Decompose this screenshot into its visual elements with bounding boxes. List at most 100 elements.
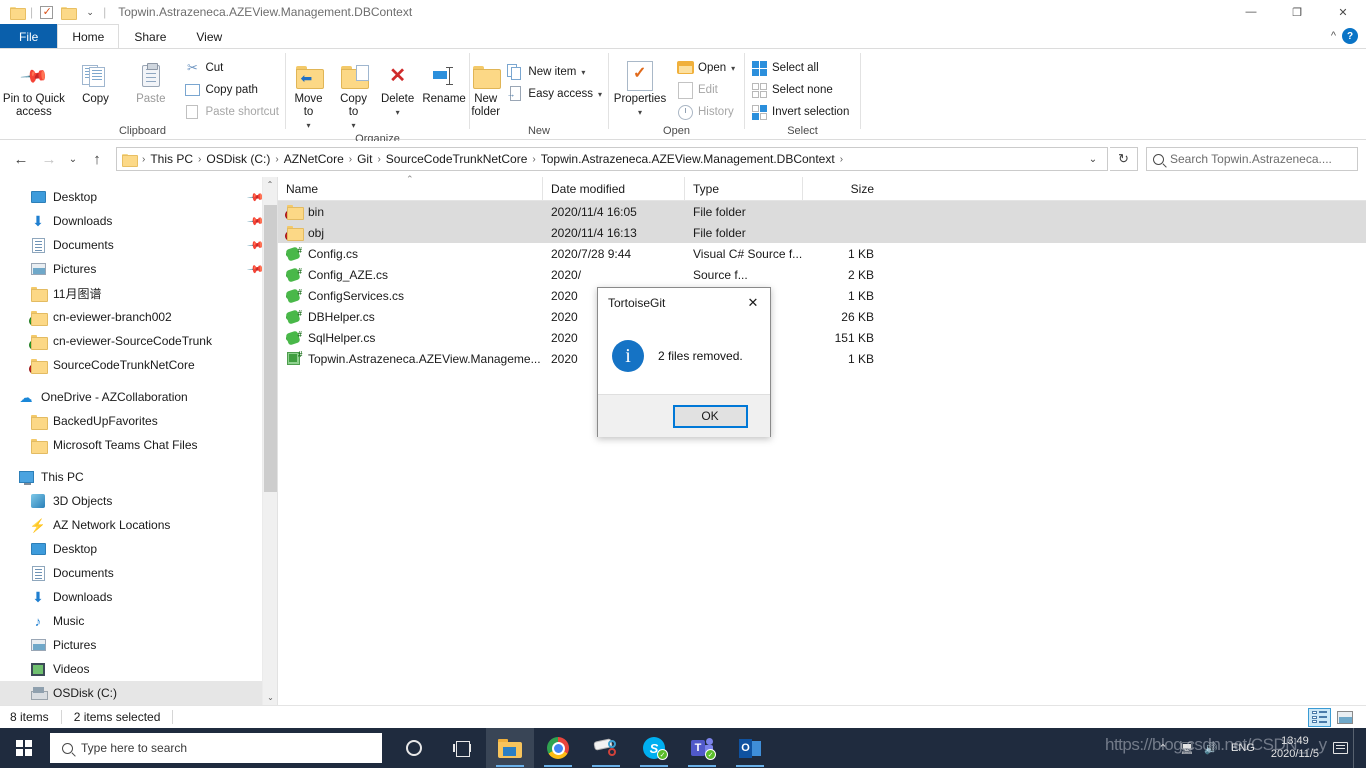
select-none-button[interactable]: Select none (745, 79, 855, 101)
invert-selection-button[interactable]: Invert selection (745, 101, 855, 123)
copy-to-button[interactable]: Copy to ▾ (331, 53, 376, 132)
crumb-dbcontext[interactable]: Topwin.Astrazeneca.AZEView.Management.DB… (537, 152, 839, 166)
crumb-sourcecodetrunknetcore[interactable]: SourceCodeTrunkNetCore (382, 152, 532, 166)
column-header-date-modified[interactable]: Date modified (543, 176, 685, 201)
edit-button[interactable]: Edit (671, 79, 741, 101)
sidebar-scrollbar[interactable]: ⌃ ⌄ (262, 177, 277, 705)
sidebar-item-music[interactable]: ♪ Music (0, 609, 277, 633)
taskbar-teams[interactable]: T ✓ (678, 728, 726, 768)
sidebar-item-downloads-quick[interactable]: ⬇ Downloads 📌 (0, 209, 277, 233)
sidebar-item-teams-chat-files[interactable]: Microsoft Teams Chat Files (0, 433, 277, 457)
scroll-up-icon[interactable]: ⌃ (263, 177, 277, 192)
large-icons-view-button[interactable] (1333, 708, 1356, 727)
sidebar-item-this-pc[interactable]: This PC (0, 465, 277, 489)
move-to-button[interactable]: ⬅ Move to ▾ (286, 53, 331, 132)
select-all-button[interactable]: Select all (745, 57, 855, 79)
table-row[interactable]: ! bin 2020/11/4 16:05 File folder (278, 201, 1366, 222)
paste-button[interactable]: Paste (123, 53, 178, 106)
easy-access-button[interactable]: → Easy access ▾ (501, 83, 608, 105)
easy-access-caret-icon[interactable]: ▾ (598, 90, 602, 99)
taskbar-file-explorer[interactable] (486, 728, 534, 768)
sidebar-item-pictures[interactable]: Pictures (0, 633, 277, 657)
address-dropdown-icon[interactable]: ⌄ (1081, 154, 1105, 165)
cortana-button[interactable] (390, 728, 438, 768)
open-button[interactable]: Open ▾ (671, 57, 741, 79)
move-to-caret-icon[interactable]: ▾ (307, 119, 311, 132)
show-desktop-button[interactable] (1353, 728, 1360, 768)
new-item-button[interactable]: New item ▾ (501, 61, 608, 83)
collapse-ribbon-icon[interactable]: ^ (1331, 30, 1336, 42)
sidebar-item-az-network-locations[interactable]: ⚡ AZ Network Locations (0, 513, 277, 537)
taskbar-search-input[interactable]: Type here to search (81, 741, 187, 755)
file-name-cell[interactable]: # SqlHelper.cs (278, 330, 543, 346)
file-name-cell[interactable]: # Topwin.Astrazeneca.AZEView.Manageme... (278, 351, 543, 367)
taskbar-skype[interactable]: S ✓ (630, 728, 678, 768)
sidebar-item-documents[interactable]: Documents (0, 561, 277, 585)
sidebar-item-desktop[interactable]: Desktop (0, 537, 277, 561)
tab-home[interactable]: Home (57, 24, 120, 48)
dialog-close-button[interactable]: ✕ (736, 288, 770, 318)
delete-caret-icon[interactable]: ▾ (396, 106, 400, 119)
taskbar-chrome[interactable] (534, 728, 582, 768)
file-name-cell[interactable]: ! obj (278, 225, 543, 241)
recent-locations-button[interactable]: ⌄ (64, 146, 82, 172)
table-row[interactable]: # DBHelper.cs 2020 Source f... 26 KB (278, 306, 1366, 327)
qat-customize-icon[interactable]: ⌄ (79, 1, 101, 23)
copy-to-caret-icon[interactable]: ▾ (352, 119, 356, 132)
maximize-button[interactable]: ❐ (1274, 0, 1320, 24)
table-row[interactable]: # Config.cs 2020/7/28 9:44 Visual C# Sou… (278, 243, 1366, 264)
tray-overflow-button[interactable]: ⌃ (1151, 728, 1175, 768)
close-button[interactable]: ✕ (1320, 0, 1366, 24)
taskbar-outlook[interactable]: O (726, 728, 774, 768)
language-indicator[interactable]: ENG (1223, 742, 1263, 754)
tab-share[interactable]: Share (119, 24, 181, 48)
tab-view[interactable]: View (181, 24, 237, 48)
properties-caret-icon[interactable]: ▾ (638, 106, 642, 119)
sidebar-item-onedrive[interactable]: ☁ OneDrive - AZCollaboration (0, 385, 277, 409)
network-tray-icon[interactable]: 🖥 (1175, 728, 1199, 768)
new-folder-qat-icon[interactable] (57, 1, 79, 23)
sidebar-item-desktop-quick[interactable]: Desktop 📌 (0, 185, 277, 209)
delete-button[interactable]: ✕ Delete ▾ (376, 53, 419, 119)
open-caret-icon[interactable]: ▾ (731, 64, 735, 73)
up-button[interactable]: ↑ (84, 146, 110, 172)
sidebar-item-downloads[interactable]: ⬇ Downloads (0, 585, 277, 609)
sidebar-item-cn-eviewer-branch002[interactable]: ✓ cn-eviewer-branch002 (0, 305, 277, 329)
table-row[interactable]: # SqlHelper.cs 2020 Source f... 151 KB (278, 327, 1366, 348)
back-button[interactable]: ← (8, 146, 34, 172)
task-view-button[interactable] (438, 728, 486, 768)
file-name-cell[interactable]: # Config_AZE.cs (278, 267, 543, 283)
action-center-button[interactable] (1327, 728, 1353, 768)
table-row[interactable]: # Topwin.Astrazeneca.AZEView.Manageme...… (278, 348, 1366, 369)
rename-button[interactable]: Rename (419, 53, 469, 106)
file-name-cell[interactable]: # ConfigServices.cs (278, 288, 543, 304)
search-box[interactable]: Search Topwin.Astrazeneca.... (1146, 147, 1358, 171)
start-button[interactable] (0, 728, 48, 768)
crumb-this-pc[interactable]: This PC (146, 152, 197, 166)
ok-button[interactable]: OK (672, 404, 748, 428)
sidebar-item-pictures-quick[interactable]: Pictures 📌 (0, 257, 277, 281)
pin-to-quick-access-button[interactable]: 📌 Pin to Quick access (0, 53, 68, 119)
scroll-down-icon[interactable]: ⌄ (263, 690, 277, 705)
new-item-caret-icon[interactable]: ▾ (581, 68, 585, 77)
explorer-folder-icon[interactable] (6, 1, 28, 23)
sidebar-item-sourcecodetrunknetcore[interactable]: ! SourceCodeTrunkNetCore (0, 353, 277, 377)
search-input[interactable]: Search Topwin.Astrazeneca.... (1170, 152, 1332, 166)
properties-qat-icon[interactable]: ✓ (35, 1, 57, 23)
refresh-button[interactable]: ↻ (1110, 147, 1138, 171)
copy-path-button[interactable]: Copy path (178, 79, 285, 101)
file-name-cell[interactable]: # Config.cs (278, 246, 543, 262)
taskbar-snipping-tool[interactable] (582, 728, 630, 768)
clock[interactable]: 13:49 2020/11/5 (1263, 735, 1327, 761)
minimize-button[interactable]: — (1228, 0, 1274, 24)
sidebar-item-november-atlas[interactable]: 11月图谱 (0, 281, 277, 305)
crumb-osdisk[interactable]: OSDisk (C:) (202, 152, 274, 166)
crumb-git[interactable]: Git (353, 152, 376, 166)
table-row[interactable]: # Config_AZE.cs 2020/ Source f... 2 KB (278, 264, 1366, 285)
sidebar-item-backedupfavorites[interactable]: BackedUpFavorites (0, 409, 277, 433)
sidebar-item-osdisk[interactable]: OSDisk (C:) (0, 681, 277, 705)
breadcrumb-bar[interactable]: › This PC › OSDisk (C:) › AZNetCore › Gi… (116, 147, 1108, 171)
properties-button[interactable]: ✓ Properties ▾ (609, 53, 671, 119)
column-header-size[interactable]: Size (803, 177, 884, 201)
scrollbar-thumb[interactable] (264, 205, 277, 492)
